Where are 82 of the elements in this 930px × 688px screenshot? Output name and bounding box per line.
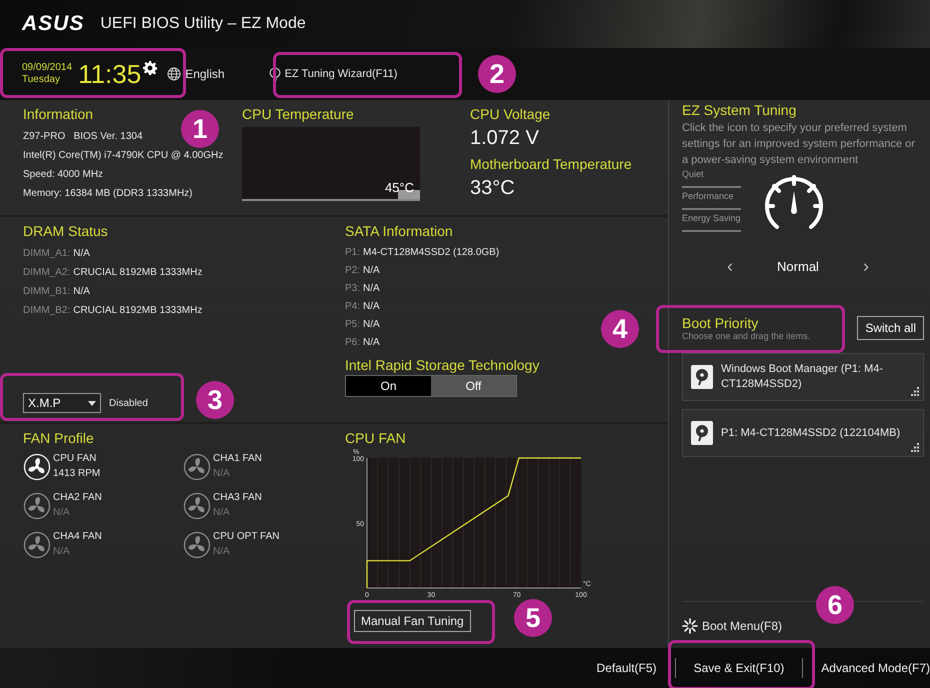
fan-name: CHA2 FAN: [53, 491, 102, 505]
footer-button[interactable]: Default(F5): [578, 661, 675, 675]
voltage-value: 1.072 V: [470, 127, 540, 150]
callout-number: 5: [514, 599, 552, 637]
callout-number: 6: [816, 586, 854, 624]
manual-fan-tuning-button[interactable]: Manual Fan Tuning: [354, 610, 471, 632]
section-heading: CPU FAN: [345, 430, 407, 446]
section-heading: EZ System Tuning: [682, 102, 798, 118]
info-text: Speed: 4000 MHz: [23, 168, 104, 182]
port-label: P2:: [345, 264, 360, 278]
callout-number: 1: [181, 110, 219, 148]
port-value: N/A: [363, 282, 380, 296]
logo: ASUS: [22, 12, 84, 36]
next-button[interactable]: ›: [858, 256, 873, 277]
tuning-mode[interactable]: Performance: [682, 190, 741, 210]
slot-value: CRUCIAL 8192MB 1333MHz: [73, 304, 202, 318]
section-heading: Intel Rapid Storage Technology: [345, 357, 540, 373]
fan-reading: N/A: [53, 506, 71, 520]
port-value: M4-CT128M4SSD2 (128.0GB): [363, 246, 500, 260]
fan-name: CHA1 FAN: [213, 452, 262, 466]
fan-reading: N/A: [213, 506, 231, 520]
slot-value: CRUCIAL 8192MB 1333MHz: [73, 266, 202, 280]
callout-number: 4: [601, 310, 639, 348]
xmp-status: Disabled: [109, 398, 148, 408]
clock-time: 11:35: [78, 58, 142, 90]
info-text: Memory: 16384 MB (DDR3 1333MHz): [23, 187, 192, 201]
window-title: UEFI BIOS Utility – EZ Mode: [100, 15, 306, 33]
tuning-mode[interactable]: Quiet: [682, 168, 741, 188]
boot-device-item[interactable]: Windows Boot Manager (P1: M4-CT128M4SSD2): [682, 353, 924, 401]
fan-name: CPU FAN: [53, 452, 98, 466]
boot-menu-button[interactable]: Boot Menu(F8): [682, 618, 782, 634]
temperature-value: 33°C: [470, 177, 516, 200]
port-label: P5:: [345, 318, 360, 332]
date: 09/09/2014: [22, 62, 72, 74]
port-label: P4:: [345, 300, 360, 314]
section-heading: DRAM Status: [23, 223, 109, 239]
previous-button[interactable]: ‹: [723, 256, 738, 277]
section-heading: Boot Priority: [682, 315, 760, 331]
xmp-dropdown[interactable]: X.M.P: [23, 393, 101, 413]
fan-reading: N/A: [213, 467, 231, 481]
temperature-reading: 45°C: [384, 180, 414, 195]
callout-number: 3: [196, 381, 234, 419]
section-heading: Information: [23, 106, 94, 122]
slot-label: DIMM_A1:: [23, 247, 70, 261]
description-text: Click the icon to specify your preferred system settings for an improved system performance or a power-saving system environment: [682, 121, 916, 168]
language-selector[interactable]: English: [167, 67, 225, 81]
fan-reading: N/A: [213, 545, 231, 559]
tuning-profile: Normal: [777, 259, 819, 274]
slot-label: DIMM_B2:: [23, 304, 70, 318]
weekday: Tuesday: [22, 74, 61, 86]
fan-name: CPU OPT FAN: [213, 530, 280, 544]
port-label: P3:: [345, 282, 360, 296]
boot-device-item[interactable]: P1: M4-CT128M4SSD2 (122104MB): [682, 409, 924, 457]
info-text: Intel(R) Core(TM) i7-4790K CPU @ 4.00GHz: [23, 149, 224, 163]
footer-button[interactable]: Save & Exit(F10): [676, 661, 802, 675]
section-heading: CPU Voltage: [470, 106, 552, 122]
fan-name: CHA4 FAN: [53, 530, 102, 544]
toggle-option[interactable]: On: [346, 376, 431, 396]
fan-reading: 1413 RPM: [53, 467, 100, 481]
port-label: P1:: [345, 246, 360, 260]
fan-name: CHA3 FAN: [213, 491, 262, 505]
hint-text: Choose one and drag the items.: [682, 331, 810, 341]
switch-all-button[interactable]: Switch all: [857, 316, 924, 340]
slot-label: DIMM_B1:: [23, 285, 70, 299]
port-value: N/A: [363, 318, 380, 332]
slot-value: N/A: [73, 285, 90, 299]
port-value: N/A: [363, 336, 380, 350]
slot-label: DIMM_A2:: [23, 266, 70, 280]
info-text: Z97-PRO BIOS Ver. 1304: [23, 130, 143, 144]
port-value: N/A: [363, 264, 380, 278]
section-heading: SATA Information: [345, 223, 454, 239]
section-heading: CPU Temperature: [242, 106, 355, 122]
toggle-option[interactable]: Off: [431, 376, 516, 396]
footer-button[interactable]: Advanced Mode(F7): [803, 661, 930, 675]
section-heading: FAN Profile: [23, 430, 95, 446]
tuning-mode[interactable]: Energy Saving: [682, 212, 741, 232]
port-label: P6:: [345, 336, 360, 350]
port-value: N/A: [363, 300, 380, 314]
section-heading: Motherboard Temperature: [470, 156, 633, 172]
ez-tuning-wizard-button[interactable]: EZ Tuning Wizard(F11): [268, 66, 398, 82]
fan-reading: N/A: [53, 545, 71, 559]
slot-value: N/A: [73, 247, 90, 261]
